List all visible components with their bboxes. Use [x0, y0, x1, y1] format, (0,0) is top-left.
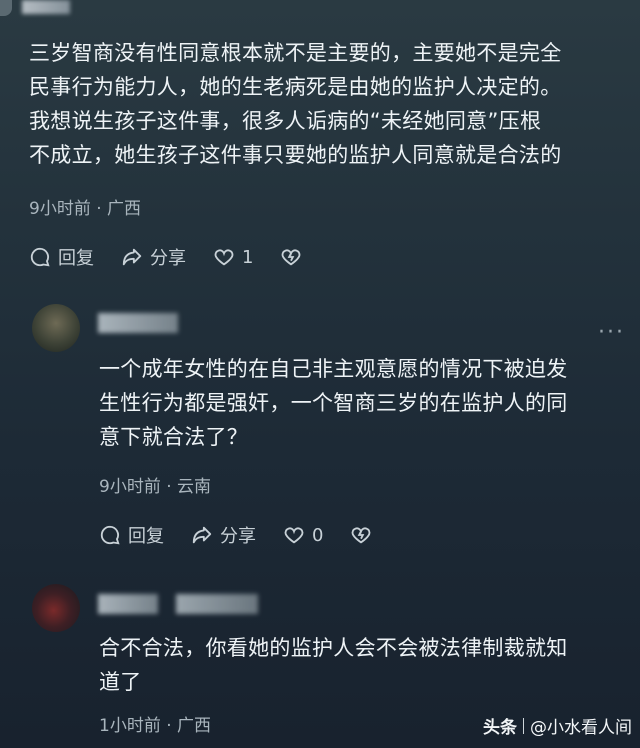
avatar[interactable] — [32, 584, 80, 632]
reply-label: 回复 — [58, 248, 94, 269]
like-button[interactable]: 1 — [212, 245, 253, 269]
comment-text: 三岁智商没有性同意根本就不是主要的，主要她不是完全 民事行为能力人，她的生老病死… — [29, 36, 629, 172]
separator-dot: · — [166, 716, 172, 736]
share-label: 分享 — [220, 526, 256, 547]
share-icon — [120, 245, 144, 269]
reply-meta: 1小时前 · 广西 — [99, 711, 211, 736]
location: 广西 — [107, 199, 142, 219]
timestamp: 9小时前 — [99, 477, 161, 497]
reply-actions: 回复 分享 0 — [98, 522, 399, 548]
like-count: 1 — [242, 246, 254, 268]
comment-meta: 9小时前 · 广西 — [29, 194, 141, 219]
username-blurred[interactable] — [176, 594, 258, 614]
username-blurred[interactable] — [98, 313, 178, 333]
separator-dot: · — [96, 199, 102, 219]
watermark: 头条 @小水看人间 — [483, 713, 632, 738]
comment-line: 合不合法，你看她的监护人会不会被法律制裁就知 — [99, 636, 568, 660]
dislike-button[interactable] — [279, 245, 303, 269]
share-button[interactable]: 分享 — [190, 522, 256, 548]
more-options-button[interactable]: ··· — [598, 320, 625, 345]
share-icon — [190, 523, 214, 547]
heart-icon — [282, 523, 306, 547]
comment-line: 三岁智商没有性同意根本就不是主要的，主要她不是完全 — [29, 41, 562, 65]
heart-icon — [212, 245, 236, 269]
comment-line: 意下就合法了？ — [99, 425, 249, 449]
reply-label: 回复 — [128, 526, 164, 547]
comment-icon — [28, 245, 52, 269]
like-count: 0 — [312, 524, 324, 546]
share-label: 分享 — [150, 248, 186, 269]
watermark-author: @小水看人间 — [530, 718, 632, 738]
reply-button[interactable]: 回复 — [98, 522, 164, 548]
dislike-heart-icon — [279, 245, 303, 269]
avatar[interactable] — [32, 304, 80, 352]
username-blurred[interactable] — [22, 0, 70, 14]
comment-actions: 回复 分享 1 — [28, 244, 329, 270]
dislike-button[interactable] — [349, 523, 373, 547]
reply-text: 一个成年女性的在自己非主观意愿的情况下被迫发 生性行为都是强奸，一个智商三岁的在… — [99, 352, 619, 454]
dislike-heart-icon — [349, 523, 373, 547]
timestamp: 1小时前 — [99, 716, 161, 736]
comment-line: 生性行为都是强奸，一个智商三岁的在监护人的同 — [99, 391, 568, 415]
reply-button[interactable]: 回复 — [28, 244, 94, 270]
comment-line: 道了 — [99, 670, 142, 694]
username-blurred[interactable] — [98, 594, 158, 614]
comment-line: 我想说生孩子这件事，很多人诟病的“未经她同意”压根 — [29, 109, 542, 133]
location: 云南 — [177, 477, 212, 497]
reply-text: 合不合法，你看她的监护人会不会被法律制裁就知 道了 — [99, 631, 619, 699]
location: 广西 — [177, 716, 212, 736]
watermark-brand: 头条 — [483, 718, 517, 738]
reply-meta: 9小时前 · 云南 — [99, 472, 211, 497]
comment-line: 一个成年女性的在自己非主观意愿的情况下被迫发 — [99, 357, 568, 381]
comment-line: 民事行为能力人，她的生老病死是由她的监护人决定的。 — [29, 75, 562, 99]
watermark-separator — [523, 717, 524, 734]
separator-dot: · — [166, 477, 172, 497]
comment-icon — [98, 523, 122, 547]
timestamp: 9小时前 — [29, 199, 91, 219]
avatar[interactable] — [0, 0, 12, 16]
share-button[interactable]: 分享 — [120, 244, 186, 270]
comment-line: 不成立，她生孩子这件事只要她的监护人同意就是合法的 — [29, 143, 562, 167]
like-button[interactable]: 0 — [282, 523, 323, 547]
